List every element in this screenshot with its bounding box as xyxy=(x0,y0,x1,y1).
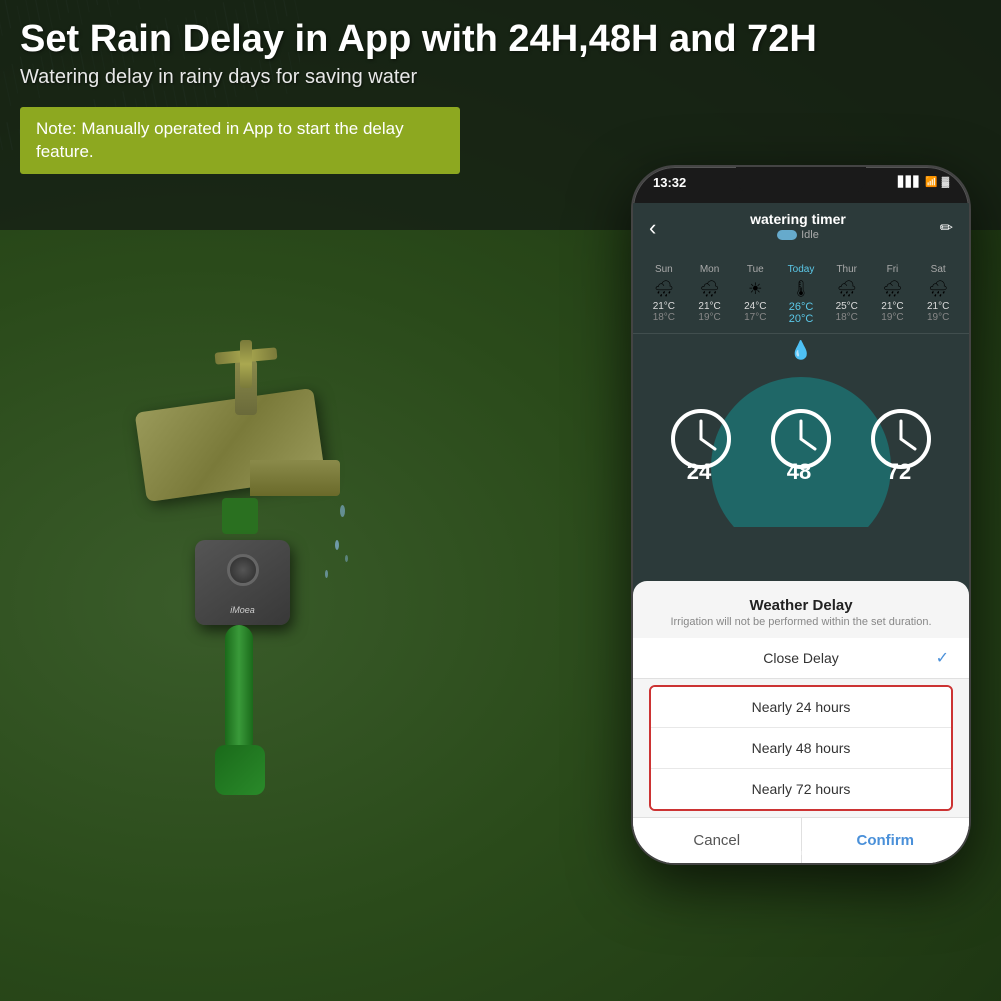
modal-subtitle: Irrigation will not be performed within … xyxy=(633,616,969,628)
confirm-button[interactable]: Confirm xyxy=(801,818,970,863)
status-icons: ▋▋▋ 📶 ▓ xyxy=(898,177,949,188)
close-delay-label: Close Delay xyxy=(763,650,838,666)
delay-circle-24[interactable]: 24 xyxy=(651,407,751,487)
temp-low-tue: 17°C xyxy=(734,312,776,323)
temp-low-sun: 18°C xyxy=(643,312,685,323)
edit-button[interactable]: ✏ xyxy=(940,218,953,238)
header-section: Set Rain Delay in App with 24H,48H and 7… xyxy=(0,0,1001,97)
weather-delay-modal: Weather Delay Irrigation will not be per… xyxy=(633,581,969,863)
weather-day-mon: Mon 🌧 21°C 19°C xyxy=(687,257,733,327)
day-name-tue: Tue xyxy=(747,264,764,275)
day-name-sun: Sun xyxy=(655,264,673,275)
delay-circle-72[interactable]: 72 xyxy=(851,407,951,487)
temp-high-today: 26°C xyxy=(780,301,822,313)
weather-icon-mon: 🌧 xyxy=(689,279,731,299)
temp-high-sun: 21°C xyxy=(643,301,685,312)
checkmark-icon: ✓ xyxy=(936,648,949,668)
hose-coupling xyxy=(215,745,265,795)
delay-circles-area: 24 48 xyxy=(633,367,969,527)
status-indicator xyxy=(777,230,797,240)
clock-72-icon: 72 xyxy=(861,407,941,482)
faucet-spout xyxy=(250,460,340,496)
temp-low-mon: 19°C xyxy=(689,312,731,323)
temp-high-mon: 21°C xyxy=(689,301,731,312)
clock-24-icon: 24 xyxy=(661,407,741,482)
weather-icon-sun: 🌧 xyxy=(643,279,685,299)
day-name-fri: Fri xyxy=(887,264,899,275)
hose-vertical xyxy=(225,625,253,755)
temp-high-fri: 21°C xyxy=(872,301,914,312)
timer-logo: iMoea xyxy=(230,605,255,615)
svg-text:24: 24 xyxy=(687,459,712,482)
weather-icon-today: 🌡 xyxy=(780,279,822,299)
weather-row: Sun 🌧 21°C 18°C Mon 🌧 21°C 19°C Tue ☀ xyxy=(633,251,969,334)
weather-day-fri: Fri 🌧 21°C 19°C xyxy=(870,257,916,327)
temp-low-today: 20°C xyxy=(780,313,822,325)
cancel-button[interactable]: Cancel xyxy=(633,818,801,863)
app-status-badge: Idle xyxy=(777,229,819,241)
day-name-thu: Thur xyxy=(836,264,857,275)
app-status-text: Idle xyxy=(801,229,819,241)
temp-high-thu: 25°C xyxy=(826,301,868,312)
option-72h-label: Nearly 72 hours xyxy=(752,781,851,797)
faucet-area: iMoea xyxy=(40,340,400,840)
wifi-icon: 📶 xyxy=(925,177,937,188)
day-name-sat: Sat xyxy=(931,264,946,275)
weather-day-thu: Thur 🌧 25°C 18°C xyxy=(824,257,870,327)
boxed-options: Nearly 24 hours Nearly 48 hours Nearly 7… xyxy=(649,685,953,811)
app-title: watering timer xyxy=(656,211,939,227)
option-24h[interactable]: Nearly 24 hours xyxy=(651,687,951,728)
phone-container: 13:32 ▋▋▋ 📶 ▓ ‹ watering timer Idle xyxy=(631,165,971,865)
battery-icon: ▓ xyxy=(942,177,949,188)
delay-circle-48[interactable]: 48 xyxy=(751,407,851,487)
phone-frame: 13:32 ▋▋▋ 📶 ▓ ‹ watering timer Idle xyxy=(631,165,971,865)
close-delay-option[interactable]: Close Delay ✓ xyxy=(633,638,969,679)
temp-high-sat: 21°C xyxy=(917,301,959,312)
option-48h[interactable]: Nearly 48 hours xyxy=(651,728,951,769)
day-name-mon: Mon xyxy=(700,264,719,275)
timer-device: iMoea xyxy=(195,540,290,625)
home-indicator xyxy=(741,851,861,855)
modal-buttons: Cancel Confirm xyxy=(633,817,969,863)
weather-day-today: Today 🌡 26°C 20°C xyxy=(778,257,824,327)
day-name-today: Today xyxy=(788,264,815,275)
temp-low-thu: 18°C xyxy=(826,312,868,323)
subtitle: Watering delay in rainy days for saving … xyxy=(20,66,981,89)
main-title: Set Rain Delay in App with 24H,48H and 7… xyxy=(20,18,981,62)
app-screen: ‹ watering timer Idle ✏ Sun 🌧 xyxy=(633,203,969,863)
temp-low-sat: 19°C xyxy=(917,312,959,323)
temp-high-tue: 24°C xyxy=(734,301,776,312)
modal-title: Weather Delay xyxy=(633,597,969,614)
timer-button xyxy=(227,554,259,586)
temp-low-fri: 19°C xyxy=(872,312,914,323)
svg-text:72: 72 xyxy=(887,459,911,482)
signal-icon: ▋▋▋ xyxy=(898,177,921,188)
svg-text:48: 48 xyxy=(787,459,811,482)
weather-icon-fri: 🌧 xyxy=(872,279,914,299)
option-72h[interactable]: Nearly 72 hours xyxy=(651,769,951,809)
option-24h-label: Nearly 24 hours xyxy=(752,699,851,715)
weather-day-tue: Tue ☀ 24°C 17°C xyxy=(732,257,778,327)
clock-48-icon: 48 xyxy=(761,407,841,482)
water-drop-indicator: 💧 xyxy=(790,340,812,360)
app-title-section: watering timer Idle xyxy=(656,211,939,245)
status-time: 13:32 xyxy=(653,175,686,190)
faucet-handle-v xyxy=(240,340,252,388)
weather-icon-thu: 🌧 xyxy=(826,279,868,299)
note-text: Note: Manually operated in App to start … xyxy=(36,119,404,162)
weather-icon-sat: 🌧 xyxy=(917,279,959,299)
status-bar: 13:32 ▋▋▋ 📶 ▓ xyxy=(653,175,949,190)
option-48h-label: Nearly 48 hours xyxy=(752,740,851,756)
note-box: Note: Manually operated in App to start … xyxy=(20,107,460,175)
weather-icon-tue: ☀ xyxy=(734,279,776,299)
page-content: Set Rain Delay in App with 24H,48H and 7… xyxy=(0,0,1001,1001)
hose-connector-top xyxy=(222,498,258,534)
weather-day-sun: Sun 🌧 21°C 18°C xyxy=(641,257,687,327)
back-button[interactable]: ‹ xyxy=(649,215,656,241)
app-header: ‹ watering timer Idle ✏ xyxy=(633,203,969,251)
weather-day-sat: Sat 🌧 21°C 19°C xyxy=(915,257,961,327)
